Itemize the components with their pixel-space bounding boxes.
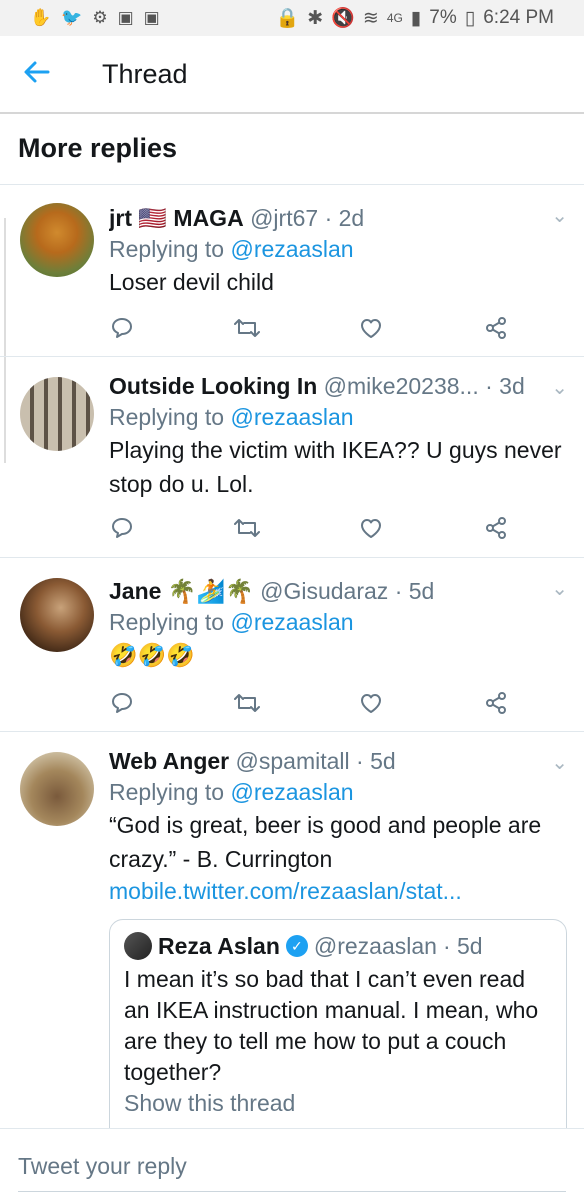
section-title: More replies <box>18 133 178 163</box>
replying-to: Replying to @rezaaslan <box>109 236 566 263</box>
tweet-time: · 5d <box>394 578 435 604</box>
user-handle: @Gisudaraz <box>260 578 389 604</box>
reply-input[interactable]: Tweet your reply <box>18 1153 187 1180</box>
reply-tweet[interactable]: ⌄ Outside Looking In @mike20238... · 3d … <box>0 357 584 558</box>
input-underline <box>18 1191 566 1192</box>
replying-prefix: Replying to <box>109 609 225 635</box>
quoted-tweet-text: I mean it’s so bad that I can’t even rea… <box>124 966 539 1085</box>
tweet-link[interactable]: mobile.twitter.com/rezaaslan/stat... <box>109 876 566 906</box>
avatar[interactable] <box>20 377 94 451</box>
app-bar: Thread <box>0 36 584 114</box>
hand-icon: ✋ <box>30 8 52 27</box>
user-name[interactable]: Outside Looking In <box>109 373 317 399</box>
replying-prefix: Replying to <box>109 404 225 430</box>
avatar[interactable] <box>20 203 94 277</box>
quoted-tweet-header: Reza Aslan ✓ @rezaaslan · 5d <box>124 932 552 960</box>
tweet-time: · 2d <box>324 205 365 231</box>
replying-prefix: Replying to <box>109 779 225 805</box>
wifi-icon: ≋ <box>362 7 379 29</box>
like-icon[interactable] <box>358 515 384 541</box>
user-name[interactable]: Jane 🌴🏄🌴 <box>109 578 254 604</box>
mention-link[interactable]: @rezaaslan <box>230 609 353 635</box>
verified-badge-icon: ✓ <box>285 935 308 957</box>
replying-to: Replying to @rezaaslan <box>109 609 566 636</box>
network-label: 4G <box>386 11 403 25</box>
lock-icon: 🔒 <box>275 8 300 29</box>
battery-icon: ▯ <box>464 7 476 29</box>
tweet-text: 🤣🤣🤣 <box>109 642 195 668</box>
tweet-header: Web Anger @spamitall · 5d <box>109 748 566 775</box>
mention-link[interactable]: @rezaaslan <box>230 236 353 262</box>
tweet-actions <box>109 515 509 545</box>
reply-icon[interactable] <box>109 315 135 341</box>
status-bar: ✋ 🐦 ⚙ ▣ ▣ 🔒 ✱ 🔇 ≋ 4G ▮ 7% ▯ 6:24 PM <box>0 0 584 36</box>
signal-icon: ▮ <box>410 7 422 29</box>
share-icon[interactable] <box>483 315 509 341</box>
clock: 6:24 PM <box>483 7 554 28</box>
reply-tweet[interactable]: ⌄ Web Anger @spamitall · 5d Replying to … <box>0 732 584 1149</box>
tweet-header: jrt 🇺🇸 MAGA @jrt67 · 2d <box>109 205 566 232</box>
replying-to: Replying to @rezaaslan <box>109 779 566 806</box>
avatar[interactable] <box>20 752 94 826</box>
settings-icon: ⚙ <box>92 8 108 27</box>
mute-icon: 🔇 <box>331 8 355 29</box>
replying-to: Replying to @rezaaslan <box>109 404 566 431</box>
quoted-tweet[interactable]: Reza Aslan ✓ @rezaaslan · 5d I mean it’s… <box>109 919 567 1149</box>
image-icon: ▣ <box>117 8 134 27</box>
quoted-tweet-time: · 5d <box>442 932 483 959</box>
tweet-text: Playing the victim with IKEA?? U guys ne… <box>109 437 562 497</box>
tweet-header: Jane 🌴🏄🌴 @Gisudaraz · 5d <box>109 578 566 605</box>
user-name[interactable]: Web Anger <box>109 748 229 774</box>
bluetooth-icon: ✱ <box>307 7 324 29</box>
notification-icons: ✋ 🐦 ⚙ ▣ ▣ <box>30 8 160 28</box>
system-icons: 🔒 ✱ 🔇 ≋ 4G ▮ 7% ▯ 6:24 PM <box>276 6 554 30</box>
image-icon-2: ▣ <box>143 8 160 27</box>
retweet-icon[interactable] <box>233 315 260 341</box>
quoted-avatar <box>124 932 152 960</box>
reply-tweet[interactable]: ⌄ Jane 🌴🏄🌴 @Gisudaraz · 5d Replying to @… <box>0 558 584 732</box>
tweet-time: · 5d <box>356 748 396 774</box>
share-icon[interactable] <box>483 690 509 716</box>
reply-composer: Tweet your reply <box>0 1128 584 1200</box>
like-icon[interactable] <box>358 690 384 716</box>
twitter-bird-icon: 🐦 <box>61 8 83 27</box>
reply-tweet[interactable]: ⌄ jrt 🇺🇸 MAGA @jrt67 · 2d Replying to @r… <box>0 185 584 357</box>
user-handle: @mike20238... <box>323 373 479 399</box>
battery-percent: 7% <box>429 7 457 28</box>
tweet-header: Outside Looking In @mike20238... · 3d <box>109 373 566 400</box>
user-name[interactable]: jrt 🇺🇸 MAGA <box>109 205 244 231</box>
reply-icon[interactable] <box>109 515 135 541</box>
user-handle: @jrt67 <box>250 205 319 231</box>
tweet-actions <box>109 315 509 345</box>
share-icon[interactable] <box>483 515 509 541</box>
quoted-user-handle: @rezaaslan <box>313 932 437 959</box>
like-icon[interactable] <box>358 315 384 341</box>
page-title: Thread <box>102 58 188 89</box>
mention-link[interactable]: @rezaaslan <box>230 404 353 430</box>
replying-prefix: Replying to <box>109 236 225 262</box>
tweet-text: Loser devil child <box>109 269 274 295</box>
user-handle: @spamitall <box>235 748 350 774</box>
tweet-time: · 3d <box>485 373 525 399</box>
tweet-actions <box>109 690 509 720</box>
retweet-icon[interactable] <box>233 515 260 541</box>
avatar[interactable] <box>20 578 94 652</box>
back-arrow-icon[interactable] <box>22 58 78 91</box>
quoted-user-name: Reza Aslan <box>158 932 280 959</box>
retweet-icon[interactable] <box>233 690 260 716</box>
tweet-text: “God is great, beer is good and people a… <box>109 812 542 872</box>
reply-icon[interactable] <box>109 690 135 716</box>
mention-link[interactable]: @rezaaslan <box>230 779 353 805</box>
show-thread-link[interactable]: Show this thread <box>124 1090 552 1117</box>
